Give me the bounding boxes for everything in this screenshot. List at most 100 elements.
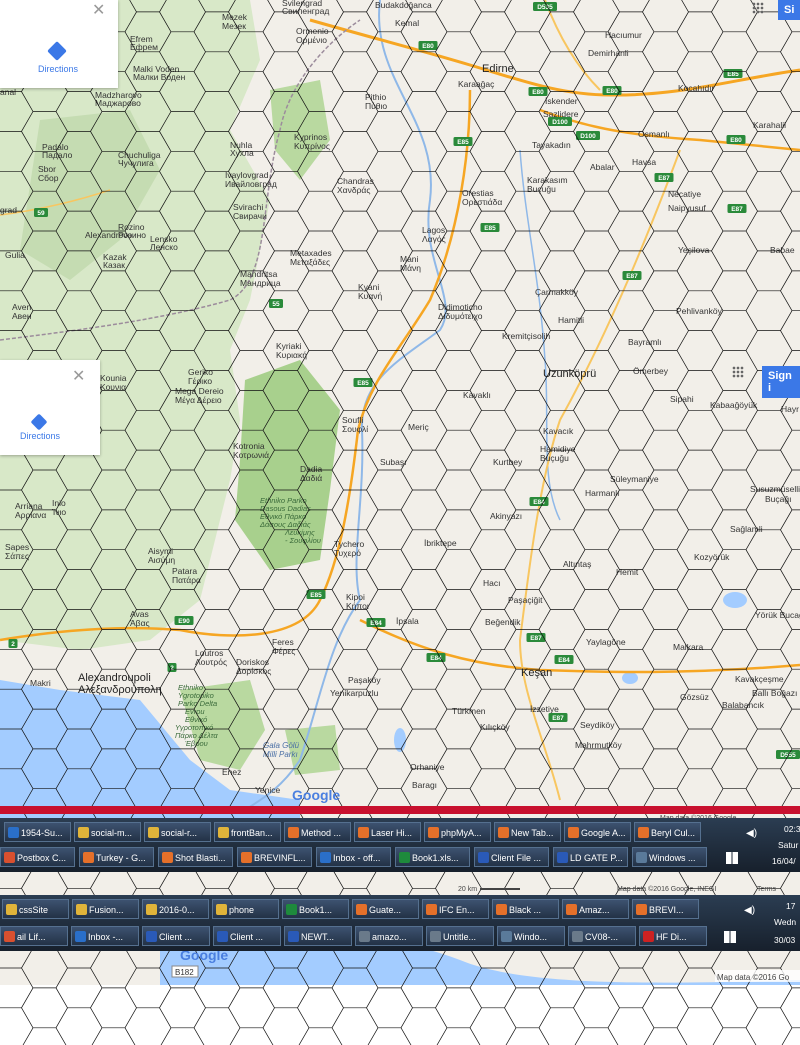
place-label: Φέρες [272, 646, 295, 656]
taskbar-button[interactable]: Black ... [492, 899, 559, 919]
taskbar-button[interactable]: BREVI... [632, 899, 699, 919]
lake [622, 672, 638, 684]
taskbar-button[interactable]: Guate... [352, 899, 419, 919]
taskbar-button[interactable]: Client ... [213, 926, 281, 946]
taskbar-button[interactable]: ail Lif... [0, 926, 68, 946]
place-label: Balabancık [722, 700, 765, 710]
place-label: Свиленград [282, 6, 329, 16]
taskbar-button[interactable]: 2016-0... [142, 899, 209, 919]
place-label: İbriktepe [424, 538, 457, 548]
apps-grid-icon[interactable] [732, 366, 744, 378]
place-label: Malkara [673, 642, 704, 652]
taskbar-button[interactable]: Amaz... [562, 899, 629, 919]
lake [394, 728, 406, 752]
google-logo: Google [292, 787, 340, 803]
taskbar-button[interactable]: IFC En... [422, 899, 489, 919]
app-icon [566, 904, 577, 915]
directions-button[interactable]: Directions [5, 431, 75, 441]
place-label: Κυριακή [276, 350, 307, 360]
place-label: Κυανή [358, 291, 382, 301]
taskbar-button[interactable]: social-r... [144, 822, 211, 842]
app-icon [428, 827, 439, 838]
place-label: Чучулига [118, 158, 154, 168]
place-label: Bayramlı [628, 337, 662, 347]
taskbar-button[interactable]: social-m... [74, 822, 141, 842]
sign-in-button[interactable]: Si [778, 0, 800, 20]
sign-in-button[interactable]: Sign i [762, 366, 800, 398]
place-label: Πύθιο [365, 101, 387, 111]
clock-date[interactable]: 30/03 [774, 935, 795, 945]
place-label: Beğendik [485, 617, 521, 627]
map-canvas[interactable]: MezekМезекEfremЕфремMalki VodenМалки Вод… [0, 0, 800, 1045]
taskbar-button[interactable]: Beryl Cul... [634, 822, 701, 842]
place-label: Άβας [130, 618, 150, 628]
directions-icon[interactable] [47, 41, 67, 61]
start-icon[interactable] [724, 931, 736, 943]
taskbar-button[interactable]: Client ... [142, 926, 210, 946]
place-label: Ефрем [130, 42, 158, 52]
taskbar-button[interactable]: Turkey - G... [79, 847, 154, 867]
clock-day[interactable]: Wedn [774, 917, 796, 927]
taskbar-button[interactable]: LD GATE P... [553, 847, 628, 867]
taskbar-button[interactable]: Inbox - off... [316, 847, 391, 867]
taskbar-button[interactable]: phpMyA... [424, 822, 491, 842]
place-label: Μάνη [400, 263, 421, 273]
taskbar-button[interactable]: Postbox C... [0, 847, 75, 867]
taskbar-button[interactable]: phone [212, 899, 279, 919]
taskbar-button[interactable]: HF Di... [639, 926, 707, 946]
clock-time[interactable]: 17 [786, 901, 795, 911]
place-label: Budakdoğanca [375, 0, 432, 10]
place-label: Κοτρωνιά [233, 450, 269, 460]
clock-date[interactable]: 16/04/ [772, 856, 796, 866]
taskbar-button[interactable]: amazo... [355, 926, 423, 946]
taskbar-button[interactable]: NEWT... [284, 926, 352, 946]
lake [723, 592, 747, 608]
place-label: Hacı [483, 578, 500, 588]
volume-icon[interactable]: ◀) [746, 828, 757, 839]
app-icon [359, 931, 370, 942]
taskbar-button-label: Method ... [301, 828, 342, 838]
taskbar-button-label: ail Lif... [17, 932, 46, 942]
taskbar-button-label: Inbox -... [88, 932, 124, 942]
place-label: Ίνιο [51, 507, 66, 517]
app-icon [430, 931, 441, 942]
taskbar-button[interactable]: Windows ... [632, 847, 707, 867]
app-icon [356, 904, 367, 915]
taskbar-button[interactable]: Book1... [282, 899, 349, 919]
place-label: Αλεξανδρούπολη [78, 684, 162, 696]
place-label: Baragı [412, 780, 437, 790]
close-icon[interactable]: ✕ [72, 366, 85, 386]
start-icon[interactable] [726, 852, 738, 864]
clock-day[interactable]: Satur [778, 840, 798, 850]
scale-label: 20 km [458, 886, 477, 893]
place-label: Хухла [230, 148, 254, 158]
directions-button[interactable]: Directions [20, 64, 96, 74]
taskbar-button[interactable]: Laser Hi... [354, 822, 421, 842]
taskbar-button[interactable]: frontBan... [214, 822, 281, 842]
taskbar-button[interactable]: 1954-Su... [4, 822, 71, 842]
taskbar-button[interactable]: Untitle... [426, 926, 494, 946]
taskbar-button[interactable]: Inbox -... [71, 926, 139, 946]
taskbar-button[interactable]: Client File ... [474, 847, 549, 867]
taskbar-button-label: amazo... [372, 932, 407, 942]
taskbar-button[interactable]: Google A... [564, 822, 631, 842]
taskbar-button[interactable]: Method ... [284, 822, 351, 842]
place-label: Meriç [408, 422, 430, 432]
taskbar-button[interactable]: Book1.xls... [395, 847, 470, 867]
road-shield-label: 2 [11, 641, 15, 648]
taskbar-button[interactable]: Fusion... [72, 899, 139, 919]
taskbar-button[interactable]: BREVINFL... [237, 847, 312, 867]
apps-grid-icon[interactable] [752, 2, 764, 14]
directions-icon[interactable] [30, 413, 48, 431]
taskbar-button[interactable]: cssSite [2, 899, 69, 919]
clock-time[interactable]: 02:3 [784, 824, 800, 834]
taskbar-button[interactable]: CV08-... [568, 926, 636, 946]
volume-icon[interactable]: ◀) [744, 905, 755, 916]
red-divider [0, 806, 800, 814]
close-icon[interactable]: ✕ [92, 0, 105, 20]
taskbar-button[interactable]: New Tab... [494, 822, 561, 842]
taskbar-button[interactable]: Shot Blasti... [158, 847, 233, 867]
taskbar-button-label: Postbox C... [17, 853, 67, 863]
place-label: Ömerbey [633, 366, 669, 376]
taskbar-button[interactable]: Windo... [497, 926, 565, 946]
